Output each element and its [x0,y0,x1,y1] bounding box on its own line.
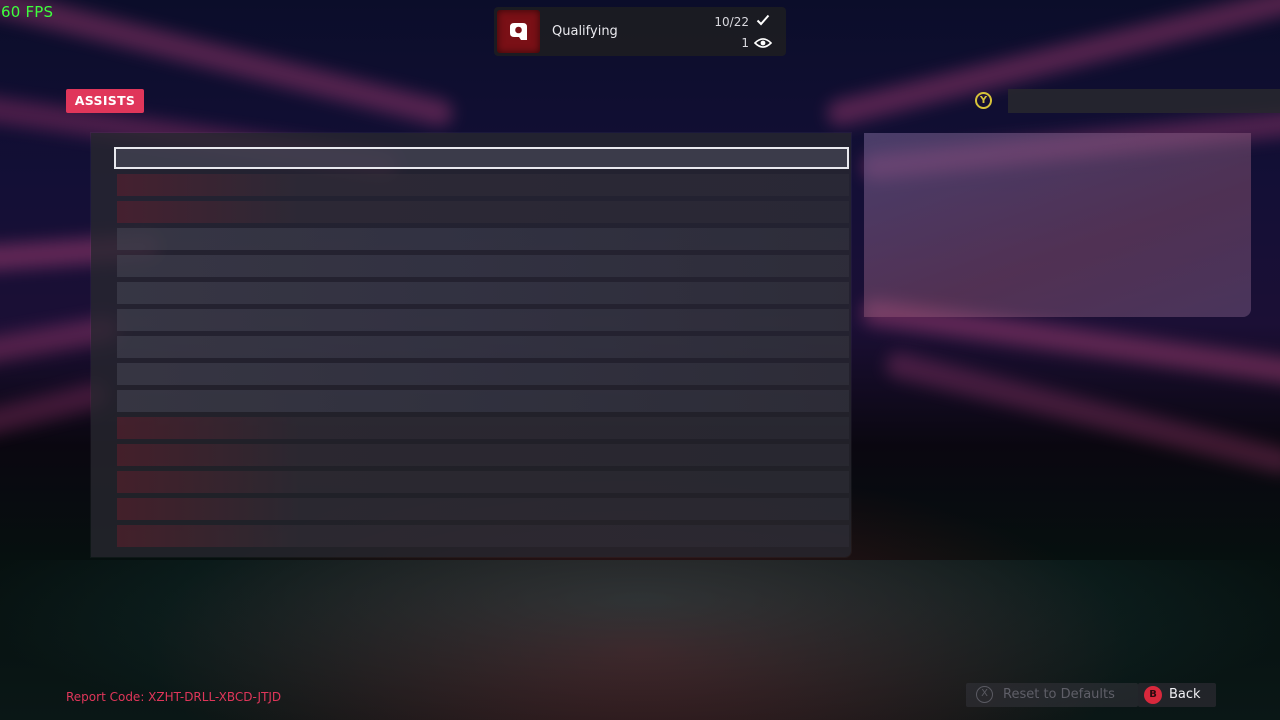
settings-row[interactable] [117,174,849,196]
settings-row[interactable] [117,282,849,304]
report-code: Report Code: XZHT-DRLL-XBCD-JTJD [66,690,282,704]
viewer-count: 1 [741,36,749,50]
reset-to-defaults-button[interactable]: X Reset to Defaults [966,683,1138,707]
footer-controls: X Reset to Defaults B Back [966,683,1216,707]
y-action-bar[interactable] [1008,89,1280,113]
y-button-icon[interactable]: Y [975,92,992,109]
settings-row[interactable] [117,336,849,358]
x-button-icon: X [976,686,993,703]
eye-icon [754,38,772,48]
settings-row[interactable] [117,417,849,439]
settings-row[interactable] [117,390,849,412]
session-banner: Qualifying 10/22 1 [494,7,786,56]
qualifying-q-icon [497,10,540,53]
setting-description-panel [864,133,1251,317]
session-progress: 10/22 [714,15,749,29]
back-button[interactable]: B Back [1138,683,1216,707]
session-title: Qualifying [552,24,618,39]
settings-row[interactable] [117,255,849,277]
checkmark-icon [756,14,770,26]
settings-row[interactable] [117,228,849,250]
settings-row[interactable] [117,201,849,223]
settings-row[interactable] [117,498,849,520]
settings-panel [91,133,851,557]
back-label: Back [1169,687,1201,702]
b-button-icon: B [1144,686,1162,704]
section-tab-assists[interactable]: ASSISTS [66,89,144,113]
game-screen: 60 FPS Qualifying 10/22 1 ASSISTS Y Repo… [0,0,1280,720]
settings-row[interactable] [117,363,849,385]
settings-row[interactable] [117,525,849,547]
reset-label: Reset to Defaults [1003,687,1115,702]
fps-counter: 60 FPS [1,3,54,21]
settings-row-selected[interactable] [114,147,849,169]
settings-row[interactable] [117,471,849,493]
settings-row[interactable] [117,309,849,331]
settings-row[interactable] [117,444,849,466]
